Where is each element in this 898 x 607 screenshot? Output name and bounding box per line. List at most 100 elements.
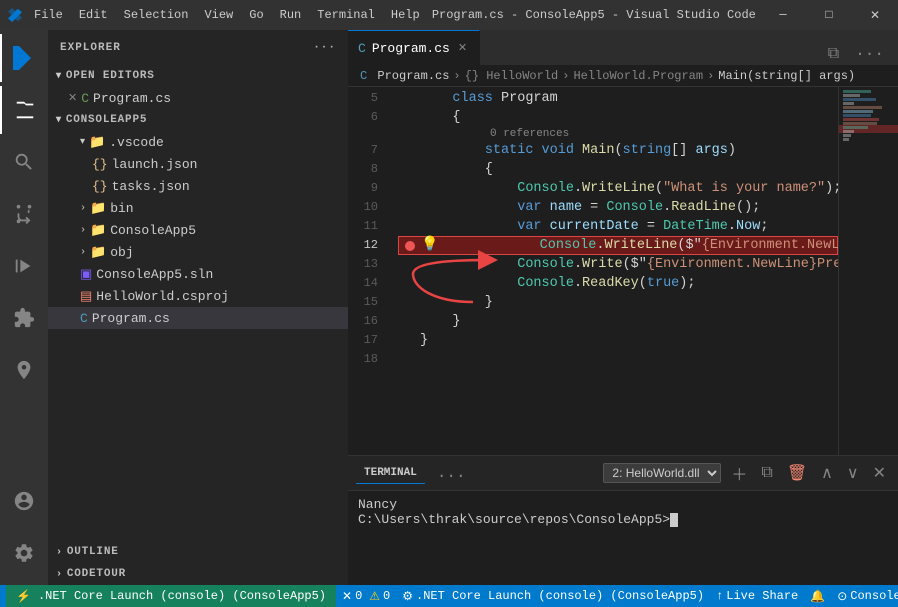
activity-icon-run[interactable] xyxy=(0,242,48,290)
menu-go[interactable]: Go xyxy=(241,6,271,24)
tree-consoleapp5-folder[interactable]: › 📁 ConsoleApp5 xyxy=(48,219,348,241)
open-editor-filename: Program.cs xyxy=(93,91,171,106)
menu-help[interactable]: Help xyxy=(383,6,428,24)
tree-csproj-file[interactable]: ▤ HelloWorld.csproj xyxy=(48,285,348,307)
breadcrumb-helloworld[interactable]: {} HelloWorld xyxy=(465,69,559,83)
status-remote[interactable]: ⚡ .NET Core Launch (console) (ConsoleApp… xyxy=(6,585,336,607)
folder-icon: 📁 xyxy=(89,135,105,150)
tree-program-cs[interactable]: C Program.cs xyxy=(48,307,348,329)
sidebar-more-icon[interactable]: ··· xyxy=(313,42,336,54)
tree-tasks-json[interactable]: {} tasks.json xyxy=(48,175,348,197)
kill-terminal-button[interactable]: 🗑 xyxy=(783,461,811,485)
split-terminal-button[interactable]: ⧉ xyxy=(757,462,776,484)
activity-icon-files[interactable] xyxy=(0,86,48,134)
sidebar-content: ▾ OPEN EDITORS ✕ C Program.cs ▾ CONSOLEA… xyxy=(48,65,348,541)
open-editors-chevron: ▾ xyxy=(56,70,62,82)
breadcrumb-program[interactable]: HelloWorld.Program xyxy=(573,69,703,83)
vscode-chevron: ▾ xyxy=(80,136,85,148)
menu-terminal[interactable]: Terminal xyxy=(309,6,383,24)
status-bar: ⚡ .NET Core Launch (console) (ConsoleApp… xyxy=(0,585,898,607)
code-line-9: Console.WriteLine("What is your name?"); xyxy=(398,179,838,198)
close-button[interactable]: ✕ xyxy=(852,0,898,30)
code-line-17: } xyxy=(398,331,838,350)
activity-icon-settings[interactable] xyxy=(0,529,48,577)
tab-cs-icon: C xyxy=(358,41,366,56)
status-bell[interactable]: 🔔 xyxy=(804,585,831,607)
codetour-section[interactable]: › CODETOUR xyxy=(48,563,348,585)
status-live-share[interactable]: ↑ Live Share xyxy=(710,585,804,607)
bell-icon: 🔔 xyxy=(810,589,825,604)
line-num-7-ref xyxy=(348,127,388,141)
line-num-13: 13 xyxy=(348,255,388,274)
gutter-12 xyxy=(399,241,421,251)
status-errors[interactable]: ✕ 0 ⚠ 0 xyxy=(336,585,396,607)
activity-icon-extensions[interactable] xyxy=(0,294,48,342)
menu-view[interactable]: View xyxy=(196,6,241,24)
menu-file[interactable]: File xyxy=(26,6,71,24)
tab-close-button[interactable]: ✕ xyxy=(456,39,469,57)
sln-icon: ▣ xyxy=(80,267,92,282)
menu-selection[interactable]: Selection xyxy=(116,6,197,24)
code-line-5: class Program xyxy=(398,89,838,108)
dotnet-icon: ⚙ xyxy=(402,589,413,604)
cs-file-icon: C xyxy=(81,91,89,106)
remote-label: .NET Core Launch (console) (ConsoleApp5) xyxy=(38,589,326,603)
terminal-expand-button[interactable]: ∧ xyxy=(817,461,837,485)
code-line-14: Console.ReadKey(true); xyxy=(398,274,838,293)
terminal-header: TERMINAL ... 2: HelloWorld.dll 1: bash ＋… xyxy=(348,456,898,491)
activity-icon-accounts[interactable] xyxy=(0,477,48,525)
bin-chevron: › xyxy=(80,203,86,214)
csproj-icon: ▤ xyxy=(80,289,92,304)
tree-obj-folder[interactable]: › 📁 obj xyxy=(48,241,348,263)
tree-vscode-folder[interactable]: ▾ 📁 .vscode xyxy=(48,131,348,153)
status-dotnet[interactable]: ⚙ .NET Core Launch (console) (ConsoleApp… xyxy=(396,585,710,607)
new-terminal-button[interactable]: ＋ xyxy=(727,459,751,487)
error-count: 0 xyxy=(355,589,362,603)
activity-icon-source-control[interactable] xyxy=(0,190,48,238)
tab-actions: ⧉ ··· xyxy=(822,43,898,65)
obj-name: obj xyxy=(110,245,133,260)
breadcrumb-main[interactable]: Main(string[] args) xyxy=(718,69,855,83)
tree-sln-file[interactable]: ▣ ConsoleApp5.sln xyxy=(48,263,348,285)
terminal-more-button[interactable]: ... xyxy=(433,462,470,484)
status-solution[interactable]: ⊙ ConsoleApp5.sln xyxy=(831,585,898,607)
title-bar-title: Program.cs - ConsoleApp5 - Visual Studio… xyxy=(428,8,760,22)
menu-edit[interactable]: Edit xyxy=(71,6,116,24)
terminal-body[interactable]: Nancy C:\Users\thrak\source\repos\Consol… xyxy=(348,491,898,585)
open-editor-close-icon[interactable]: ✕ xyxy=(68,91,77,105)
terminal-collapse-button[interactable]: ∨ xyxy=(843,461,863,485)
open-editors-section[interactable]: ▾ OPEN EDITORS xyxy=(48,65,348,87)
code-line-8: { xyxy=(398,160,838,179)
bulb-icon-12[interactable]: 💡 xyxy=(421,236,438,255)
warning-count: 0 xyxy=(383,589,390,603)
menu-run[interactable]: Run xyxy=(272,6,310,24)
outline-section[interactable]: › OUTLINE xyxy=(48,541,348,563)
solution-icon: ⊙ xyxy=(837,589,847,604)
bin-name: bin xyxy=(110,201,133,216)
tree-launch-json[interactable]: {} launch.json xyxy=(48,153,348,175)
activity-icon-remote[interactable] xyxy=(0,346,48,394)
code-line-16: } xyxy=(398,312,838,331)
maximize-button[interactable]: □ xyxy=(806,0,852,30)
split-editor-button[interactable]: ⧉ xyxy=(822,43,845,65)
terminal-instance-select[interactable]: 2: HelloWorld.dll 1: bash xyxy=(603,463,721,483)
minimap xyxy=(838,87,898,455)
open-editor-program-cs[interactable]: ✕ C Program.cs xyxy=(48,87,348,109)
code-content[interactable]: class Program { 0 references static void… xyxy=(398,87,838,455)
tab-program-cs[interactable]: C Program.cs ✕ xyxy=(348,30,480,65)
code-line-18 xyxy=(398,350,838,369)
breakpoint-12[interactable] xyxy=(405,241,415,251)
line-num-5: 5 xyxy=(348,89,388,108)
activity-icon-explorer[interactable] xyxy=(0,34,48,82)
activity-icon-search[interactable] xyxy=(0,138,48,186)
code-editor[interactable]: 5 6 7 8 9 10 11 12 13 14 15 16 17 18 xyxy=(348,87,898,455)
more-tabs-button[interactable]: ··· xyxy=(849,43,890,65)
tree-bin-folder[interactable]: › 📁 bin xyxy=(48,197,348,219)
json-icon2: {} xyxy=(92,179,108,194)
breadcrumb-program-cs[interactable]: C Program.cs xyxy=(360,69,449,83)
line-num-11: 11 xyxy=(348,217,388,236)
terminal-close-button[interactable]: ✕ xyxy=(869,461,890,485)
consoleapp5-section[interactable]: ▾ CONSOLEAPP5 xyxy=(48,109,348,131)
minimize-button[interactable]: ─ xyxy=(760,0,806,30)
terminal-tab[interactable]: TERMINAL xyxy=(356,463,425,484)
